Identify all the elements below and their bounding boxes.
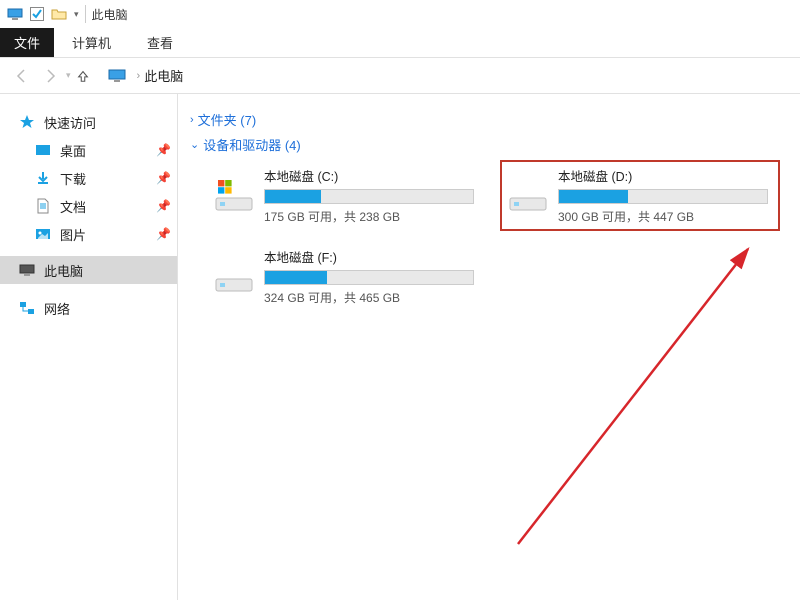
- drive-free-text: 300 GB 可用，共 447 GB: [558, 208, 774, 225]
- nav-back-icon[interactable]: [8, 62, 36, 90]
- chevron-right-icon[interactable]: ›: [137, 70, 141, 82]
- drive-item-d[interactable]: 本地磁盘 (D:) 300 GB 可用，共 447 GB: [500, 160, 780, 231]
- drive-free-text: 175 GB 可用，共 238 GB: [264, 208, 484, 225]
- sidebar-item-pictures[interactable]: 图片 📌: [0, 220, 177, 248]
- network-icon: [18, 299, 36, 317]
- sidebar-this-pc[interactable]: 此电脑: [0, 256, 177, 284]
- main-content: › 文件夹 (7) ⌄ 设备和驱动器 (4): [178, 94, 800, 600]
- group-devices[interactable]: ⌄ 设备和驱动器 (4): [190, 135, 800, 154]
- sidebar-item-label: 文档: [60, 197, 156, 216]
- drive-icon: [506, 178, 550, 214]
- documents-icon: [34, 197, 52, 215]
- group-folders[interactable]: › 文件夹 (7): [190, 110, 800, 129]
- address-segment[interactable]: 此电脑: [144, 66, 183, 85]
- ribbon-tabs: 文件 计算机 查看: [0, 28, 800, 58]
- sidebar-item-label: 下载: [60, 169, 156, 188]
- nav-bar: ▾ › 此电脑: [0, 58, 800, 94]
- qat-folder-icon[interactable]: [50, 5, 68, 23]
- tab-computer[interactable]: 计算机: [54, 28, 129, 57]
- sidebar-item-label: 此电脑: [44, 261, 171, 280]
- drive-free-text: 324 GB 可用，共 465 GB: [264, 289, 484, 306]
- sidebar-item-desktop[interactable]: 桌面 📌: [0, 136, 177, 164]
- sidebar-item-documents[interactable]: 文档 📌: [0, 192, 177, 220]
- sidebar-item-label: 图片: [60, 225, 156, 244]
- tab-file[interactable]: 文件: [0, 28, 54, 57]
- star-icon: [18, 113, 36, 131]
- usage-bar: [264, 189, 474, 204]
- sidebar-item-label: 快速访问: [44, 113, 171, 132]
- nav-forward-icon[interactable]: [36, 62, 64, 90]
- pin-icon: 📌: [156, 199, 171, 213]
- downloads-icon: [34, 169, 52, 187]
- drive-name: 本地磁盘 (C:): [264, 166, 484, 185]
- drive-item-f[interactable]: 本地磁盘 (F:) 324 GB 可用，共 465 GB: [208, 243, 488, 310]
- usage-bar: [558, 189, 768, 204]
- drive-item-c[interactable]: 本地磁盘 (C:) 175 GB 可用，共 238 GB: [208, 160, 488, 231]
- chevron-right-icon: ›: [190, 114, 194, 126]
- drive-icon: [212, 259, 256, 295]
- drive-name: 本地磁盘 (D:): [558, 166, 774, 185]
- pc-icon: [6, 5, 24, 23]
- address-pc-icon: [107, 66, 127, 86]
- sidebar-item-label: 桌面: [60, 141, 156, 160]
- sidebar-network[interactable]: 网络: [0, 294, 177, 322]
- qat-checkbox-icon[interactable]: [28, 5, 46, 23]
- pc-icon: [18, 261, 36, 279]
- drive-grid: 本地磁盘 (C:) 175 GB 可用，共 238 GB 本地磁盘 (D:) 3…: [190, 160, 800, 310]
- group-label: 设备和驱动器 (4): [203, 135, 301, 154]
- sidebar-quick-access[interactable]: 快速访问: [0, 108, 177, 136]
- desktop-icon: [34, 141, 52, 159]
- pin-icon: 📌: [156, 171, 171, 185]
- window-title: 此电脑: [92, 6, 128, 23]
- group-label: 文件夹 (7): [198, 110, 257, 129]
- sidebar-item-downloads[interactable]: 下载 📌: [0, 164, 177, 192]
- pin-icon: 📌: [156, 143, 171, 157]
- chevron-down-icon: ⌄: [190, 138, 199, 151]
- qat-more-icon[interactable]: ▾: [74, 9, 79, 20]
- pictures-icon: [34, 225, 52, 243]
- tab-view[interactable]: 查看: [129, 28, 191, 57]
- usage-bar: [264, 270, 474, 285]
- sidebar-item-label: 网络: [44, 299, 171, 318]
- drive-name: 本地磁盘 (F:): [264, 247, 484, 266]
- pin-icon: 📌: [156, 227, 171, 241]
- drive-os-icon: [212, 178, 256, 214]
- separator: [85, 5, 86, 23]
- nav-up-icon[interactable]: [71, 64, 95, 88]
- title-bar: ▾ 此电脑: [0, 0, 800, 28]
- sidebar: 快速访问 桌面 📌 下载 📌 文档 📌 图片 📌: [0, 94, 178, 600]
